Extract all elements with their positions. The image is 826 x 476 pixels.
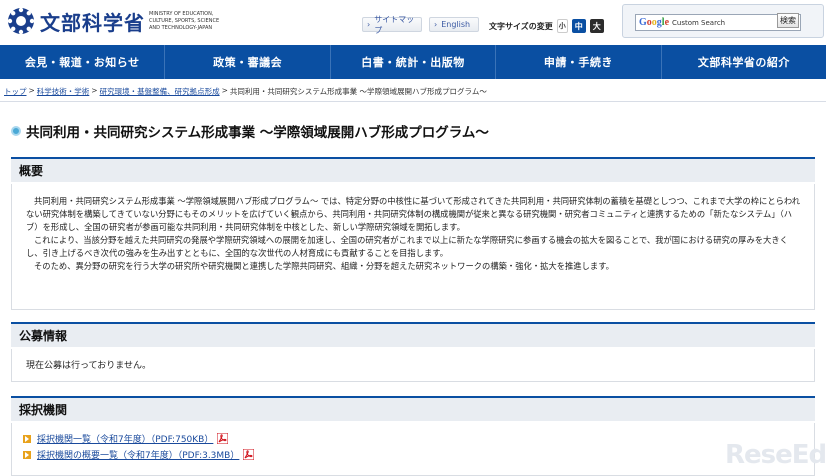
pdf-icon	[217, 433, 229, 444]
section-recruit: 現在公募は行っておりません。	[11, 349, 815, 382]
global-nav: 会見・報道・お知らせ 政策・審議会 白書・統計・出版物 申請・手続き 文部科学省…	[0, 45, 826, 79]
section-heading-recruit: 公募情報	[11, 322, 815, 347]
section-heading-overview: 概要	[11, 157, 815, 182]
search-button[interactable]: 検索	[777, 13, 799, 28]
chevron-right-icon: ›	[434, 20, 438, 29]
fontsize-large-button[interactable]: 大	[589, 19, 604, 33]
divider	[0, 101, 826, 102]
nav-item-about[interactable]: 文部科学省の紹介	[662, 45, 826, 79]
page-title-text: 共同利用・共同研究システム形成事業 ～学際領域展開ハブ形成プログラム～	[26, 125, 489, 141]
fontsize-small-button[interactable]: 小	[556, 19, 568, 33]
pdf-list-item: 採択機関の概要一覧（令和7年度）（PDF:3.3MB）	[23, 448, 255, 461]
nav-item-policy[interactable]: 政策・審議会	[165, 45, 331, 79]
site-header: 文部科学省 MINISTRY OF EDUCATION, CULTURE, SP…	[0, 0, 826, 45]
bullet-icon	[11, 126, 21, 136]
breadcrumb: トップ > 科学技術・学術 > 研究環境・基盤整備、研究拠点形成 > 共同利用・…	[4, 86, 487, 97]
pdf-link-summary[interactable]: 採択機関の概要一覧（令和7年度）（PDF:3.3MB）	[37, 448, 239, 461]
logo-subtitle: MINISTRY OF EDUCATION, CULTURE, SPORTS, …	[149, 10, 220, 31]
nav-item-application[interactable]: 申請・手続き	[496, 45, 662, 79]
arrow-bullet-icon	[23, 450, 31, 459]
watermark-logo: ReseEd	[725, 440, 826, 470]
sitemap-link[interactable]: › サイトマップ	[362, 15, 422, 35]
google-logo: Google	[639, 17, 670, 28]
pdf-list-item: 採択機関一覧（令和7年度）（PDF:750KB）	[23, 432, 229, 445]
overview-text: 共同利用・共同研究システム形成事業 ～学際領域展開ハブ形成プログラム～ では、特…	[12, 195, 814, 273]
breadcrumb-top[interactable]: トップ	[4, 86, 27, 97]
english-label: English	[441, 20, 471, 29]
breadcrumb-science[interactable]: 科学技術・学術	[37, 86, 90, 97]
overview-paragraph: そのため、異分野の研究を行う大学の研究所や研究機関と連携した学際共同研究、組織・…	[34, 261, 614, 271]
section-overview: 共同利用・共同研究システム形成事業 ～学際領域展開ハブ形成プログラム～ では、特…	[11, 184, 815, 310]
arrow-bullet-icon	[23, 434, 31, 443]
chevron-right-icon: ›	[367, 20, 371, 29]
overview-paragraph: これにより、当該分野を越えた共同研究の発展や学際研究領域への展開を加速し、全国の…	[26, 235, 788, 258]
logo-name: 文部科学省	[40, 10, 145, 35]
overview-paragraph: 共同利用・共同研究システム形成事業 ～学際領域展開ハブ形成プログラム～ では、特…	[26, 196, 801, 232]
breadcrumb-research-env[interactable]: 研究環境・基盤整備、研究拠点形成	[100, 86, 220, 97]
pdf-link-institutions[interactable]: 採択機関一覧（令和7年度）（PDF:750KB）	[37, 432, 213, 445]
breadcrumb-separator: >	[221, 86, 228, 95]
section-heading-adopted: 採択機関	[11, 396, 815, 421]
fontsize-label: 文字サイズの変更	[489, 21, 553, 31]
breadcrumb-separator: >	[28, 86, 35, 95]
breadcrumb-current: 共同利用・共同研究システム形成事業 ～学際領域展開ハブ形成プログラム～	[229, 87, 487, 96]
page-title: 共同利用・共同研究システム形成事業 ～学際領域展開ハブ形成プログラム～	[11, 121, 489, 141]
breadcrumb-separator: >	[91, 86, 98, 95]
nav-item-press[interactable]: 会見・報道・お知らせ	[0, 45, 166, 79]
mext-logo[interactable]: 文部科学省 MINISTRY OF EDUCATION, CULTURE, SP…	[6, 6, 229, 36]
recruit-text: 現在公募は行っておりません。	[26, 361, 152, 371]
fontsize-medium-button[interactable]: 中	[571, 19, 586, 33]
fontsize-switcher: 文字サイズの変更 小 中 大	[489, 19, 604, 33]
search-placeholder: Custom Search	[672, 18, 726, 27]
pdf-icon	[243, 449, 255, 460]
nav-item-whitepaper[interactable]: 白書・統計・出版物	[331, 45, 497, 79]
english-link[interactable]: › English	[429, 17, 479, 32]
sitemap-label: サイトマップ	[374, 14, 415, 35]
mext-emblem-icon	[7, 7, 35, 35]
